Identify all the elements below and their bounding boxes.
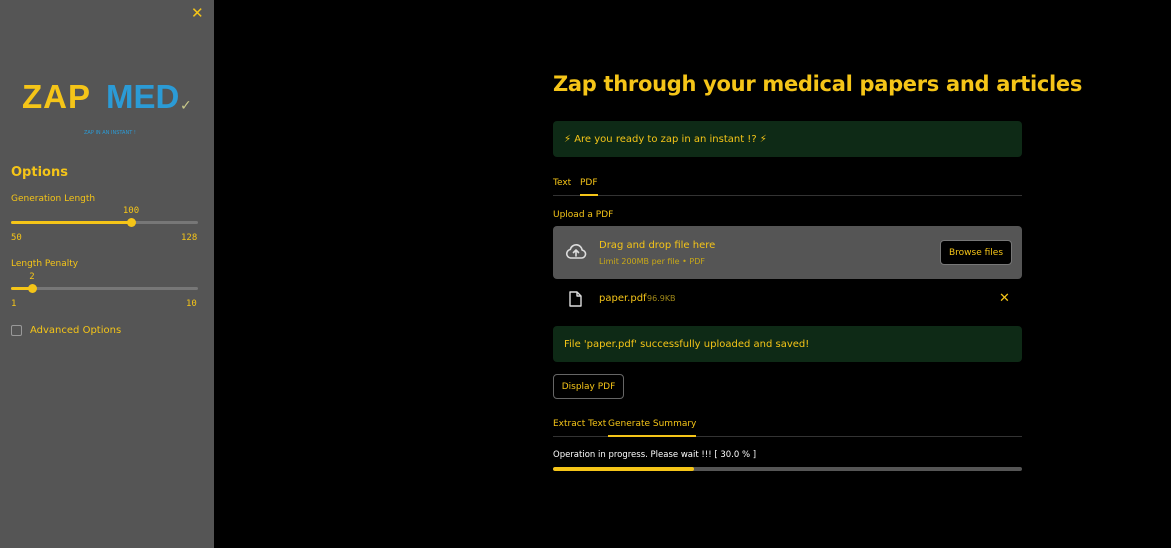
display-pdf-button[interactable]: Display PDF (553, 374, 624, 399)
upload-success-text: File 'paper.pdf' successfully uploaded a… (564, 338, 810, 350)
generation-length-thumb[interactable] (126, 218, 136, 227)
length-penalty-thumb[interactable] (27, 284, 37, 293)
tab-extract-text[interactable]: Extract Text (553, 417, 606, 437)
cloud-upload-icon (565, 244, 587, 259)
file-icon (569, 291, 582, 307)
advanced-options-checkbox[interactable] (11, 325, 22, 336)
logo-signature-icon: ✓ (180, 98, 192, 114)
length-penalty-value: 2 (29, 272, 35, 282)
file-dropzone[interactable]: Drag and drop file here Limit 200MB per … (553, 226, 1022, 279)
advanced-options-label: Advanced Options (30, 325, 122, 336)
file-size: 96.9KB (647, 294, 676, 303)
logo-med-text: MED (106, 78, 180, 115)
generation-length-slider[interactable] (11, 218, 198, 227)
ready-banner-text: ⚡ Are you ready to zap in an instant !? … (564, 133, 767, 145)
length-penalty-min: 1 (11, 299, 17, 309)
advanced-options-checkbox-row[interactable]: Advanced Options (11, 325, 121, 336)
length-penalty-label: Length Penalty (11, 259, 79, 269)
logo-zap-text: ZAP (22, 78, 91, 115)
dropzone-main-text: Drag and drop file here (599, 240, 716, 251)
progress-bar-fill (553, 467, 694, 471)
remove-file-icon[interactable]: ✕ (999, 291, 1010, 306)
generation-length-label: Generation Length (11, 194, 96, 204)
generation-length-value: 100 (122, 206, 140, 216)
logo-tagline: ZAP IN AN INSTANT ! (84, 130, 136, 136)
ready-banner: ⚡ Are you ready to zap in an instant !? … (553, 121, 1022, 157)
upload-label: Upload a PDF (553, 210, 614, 220)
length-penalty-max: 10 (186, 299, 197, 309)
dropzone-limit-text: Limit 200MB per file • PDF (599, 257, 705, 266)
browse-files-button[interactable]: Browse files (940, 240, 1012, 265)
generation-length-fill (11, 221, 131, 224)
progress-bar (553, 467, 1022, 471)
close-sidebar-icon[interactable]: ✕ (191, 5, 204, 21)
tab-text[interactable]: Text (553, 176, 571, 196)
length-penalty-slider[interactable] (11, 284, 198, 293)
page-title: Zap through your medical papers and arti… (553, 72, 1083, 96)
generation-length-max: 128 (181, 233, 198, 243)
tab-generate-summary[interactable]: Generate Summary (608, 417, 697, 437)
generation-length-min: 50 (11, 233, 22, 243)
file-name: paper.pdf (599, 293, 647, 304)
upload-success-alert: File 'paper.pdf' successfully uploaded a… (553, 326, 1022, 362)
sidebar: ✕ ZAP MED ✓ ZAP IN AN INSTANT ! Options … (0, 0, 214, 548)
progress-status-text: Operation in progress. Please wait !!! [… (553, 450, 757, 460)
tab-pdf[interactable]: PDF (580, 176, 598, 196)
input-tabs: Text PDF (553, 176, 1022, 196)
uploaded-file-row: paper.pdf 96.9KB ✕ (553, 288, 1022, 310)
options-heading: Options (11, 165, 68, 180)
action-tabs: Extract Text Generate Summary (553, 417, 1022, 437)
logo: ZAP MED ✓ ZAP IN AN INSTANT ! (22, 78, 197, 140)
